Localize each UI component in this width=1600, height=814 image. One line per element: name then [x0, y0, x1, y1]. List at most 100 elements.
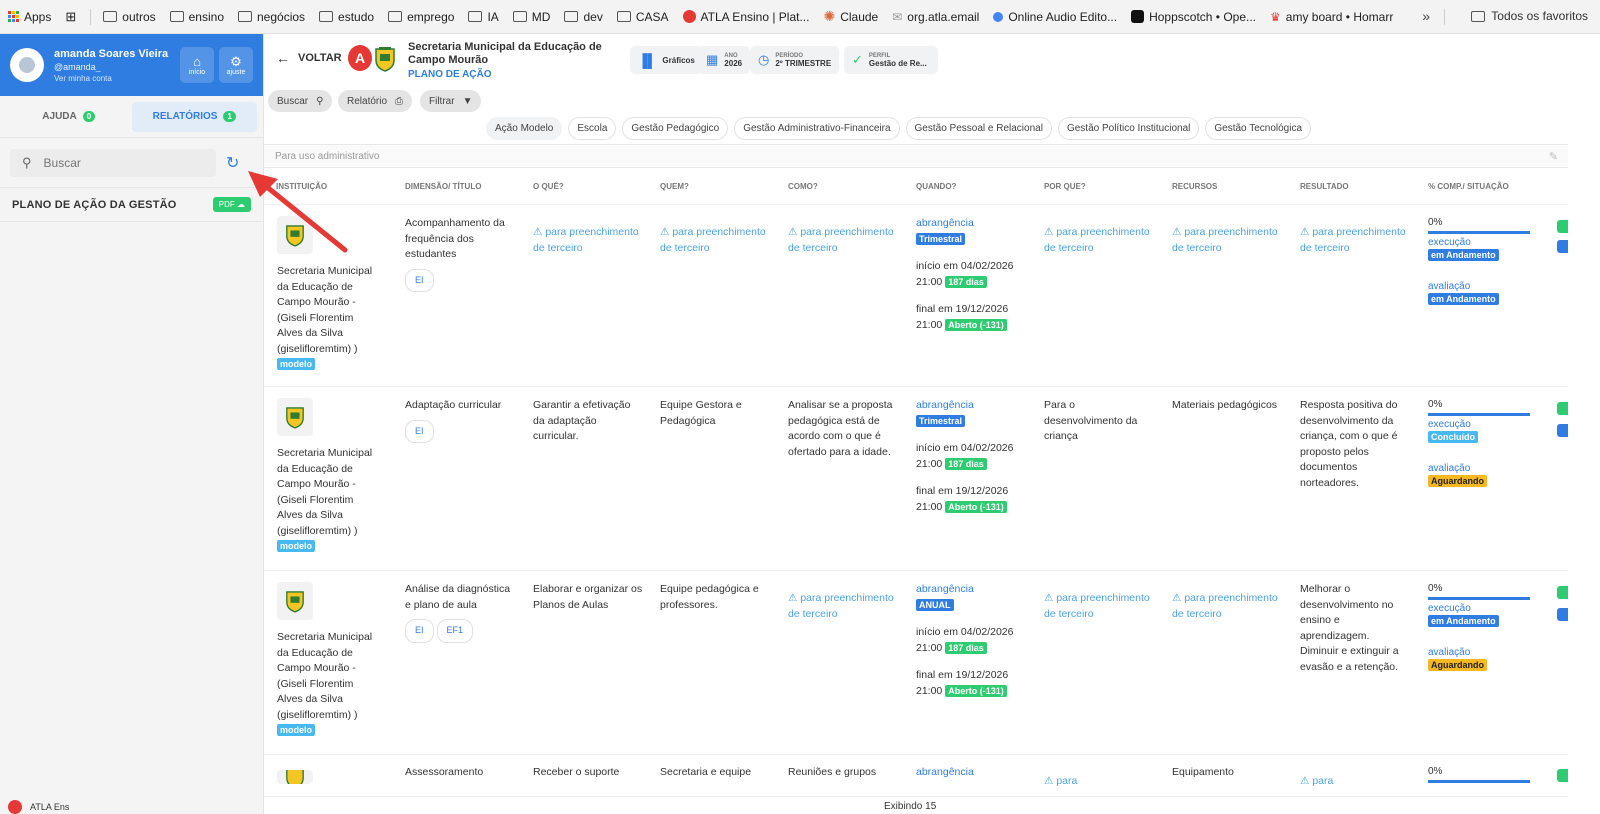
bookmark-folder-ia[interactable]: IA [468, 10, 499, 24]
oque-cell[interactable]: Elaborar e organizar os Planos de Aulas [533, 582, 645, 613]
row-action-green[interactable] [1557, 769, 1568, 782]
recursos-cell[interactable]: ⚠ para preenchimento de terceiro [1172, 591, 1284, 622]
quem-cell[interactable]: Equipe Gestora e Pedagógica [660, 398, 772, 429]
abrangencia-link[interactable]: abrangência [916, 398, 1036, 414]
porque-cell[interactable]: ⚠ para preenchimento de terceiro [1044, 591, 1156, 622]
relatorio-button[interactable]: Relatório ⎙ [338, 90, 413, 112]
filter-icon: ▼ [462, 95, 473, 107]
chip-escola[interactable]: Escola [568, 117, 617, 140]
row-action-blue[interactable] [1557, 608, 1568, 621]
dimension-cell: Adaptação curricular EI [405, 398, 517, 443]
level-pill[interactable]: EF1 [436, 619, 474, 643]
evaluation-link[interactable]: avaliação [1428, 280, 1538, 293]
institution-name: Secretaria Municipal da Educação de Camp… [277, 265, 373, 355]
level-pill[interactable]: EI [405, 268, 434, 292]
resultado-cell[interactable]: ⚠ para preenchimento de terceiro [1300, 225, 1412, 256]
oque-cell[interactable]: Receber o suporte [533, 765, 645, 781]
profile-selector[interactable]: ✓ PERFIL Gestão de Re... [844, 46, 938, 74]
level-pill[interactable]: EI [405, 419, 434, 443]
row-action-green[interactable] [1557, 586, 1568, 599]
execution-link[interactable]: execução [1428, 602, 1538, 615]
bookmark-email[interactable]: ✉ org.atla.email [892, 10, 979, 24]
footer-brand: ATLA Ens [30, 802, 70, 812]
page-title: Secretaria Municipal da Educação de Camp… [408, 41, 602, 66]
bookmark-hoppscotch[interactable]: Hoppscotch • Ope... [1131, 10, 1256, 24]
home-button[interactable]: ⌂ início [180, 47, 214, 83]
bookmark-folder-outros[interactable]: outros [103, 10, 156, 24]
tab-grid-icon[interactable]: ⊞ [65, 9, 76, 25]
period-selector[interactable]: ◷ PERÍODO 2º TRIMESTRE [750, 46, 840, 74]
bookmark-folder-casa[interactable]: CASA [616, 10, 669, 24]
chip-gestao-pessoal[interactable]: Gestão Pessoal e Relacional [905, 117, 1052, 140]
bookmark-claude[interactable]: ✺ Claude [823, 8, 878, 25]
evaluation-link[interactable]: avaliação [1428, 646, 1538, 659]
execution-link[interactable]: execução [1428, 418, 1538, 431]
bookmark-audio[interactable]: Online Audio Edito... [993, 10, 1117, 24]
oque-cell[interactable]: Garantir a efetivação da adaptação curri… [533, 398, 645, 445]
row-action-blue[interactable] [1557, 240, 1568, 253]
recursos-cell[interactable]: Materiais pedagógicos [1172, 398, 1284, 414]
porque-cell[interactable]: ⚠ para [1044, 774, 1156, 790]
bookmark-homarr[interactable]: ♛ amy board • Homarr [1270, 10, 1393, 24]
atla-icon [682, 10, 696, 23]
sidebar-search-input[interactable] [43, 155, 194, 170]
resultado-cell[interactable]: Melhorar o desenvolvimento no ensino e a… [1300, 582, 1400, 675]
evaluation-link[interactable]: avaliação [1428, 462, 1538, 475]
progress-bar [1428, 231, 1530, 234]
graficos-button[interactable]: ▐▌ Gráficos [630, 46, 703, 74]
bookmarks-overflow-button[interactable]: » [1422, 8, 1430, 24]
row-action-green[interactable] [1557, 220, 1568, 233]
recursos-cell[interactable]: ⚠ para preenchimento de terceiro [1172, 225, 1284, 256]
resultado-cell[interactable]: Resposta positiva do desenvolvimento da … [1300, 398, 1412, 491]
admin-note-field[interactable]: Para uso administrativo ✎ [264, 144, 1568, 168]
recursos-cell[interactable]: Equipamento [1172, 765, 1284, 781]
bookmark-atla[interactable]: ATLA Ensino | Plat... [682, 10, 809, 24]
plano-item[interactable]: PLANO DE AÇÃO DA GESTÃO PDF ☁ [0, 188, 263, 222]
my-account-link[interactable]: Ver minha conta [54, 74, 175, 83]
avatar[interactable] [10, 48, 44, 82]
chip-acao-modelo[interactable]: Ação Modelo [486, 117, 563, 140]
abrangencia-link[interactable]: abrangência [916, 765, 1028, 781]
refresh-icon[interactable]: ↻ [226, 153, 239, 173]
porque-cell[interactable]: ⚠ para preenchimento de terceiro [1044, 225, 1156, 256]
row-action-blue[interactable] [1557, 424, 1568, 437]
bookmark-folder-negocios[interactable]: negócios [238, 10, 305, 24]
quem-cell[interactable]: Secretaria e equipe [660, 765, 772, 781]
resultado-cell[interactable]: ⚠ para [1300, 774, 1412, 790]
como-cell[interactable]: ⚠ para preenchimento de terceiro [788, 225, 900, 256]
row-action-green[interactable] [1557, 402, 1568, 415]
year-selector[interactable]: ▦ ANO 2026 [698, 46, 751, 74]
level-pill[interactable]: EI [405, 619, 434, 643]
chip-gestao-pedagogico[interactable]: Gestão Pedagógico [622, 117, 729, 140]
settings-button[interactable]: ⚙ ajuste [219, 47, 253, 83]
end-date: final em 19/12/2026 [916, 303, 1009, 315]
chip-gestao-politico[interactable]: Gestão Político Institucional [1057, 117, 1200, 140]
back-button[interactable]: ← VOLTAR [276, 50, 342, 66]
oque-cell[interactable]: ⚠ para preenchimento de terceiro [533, 225, 645, 256]
execution-link[interactable]: execução [1428, 236, 1538, 249]
bookmark-folder-emprego[interactable]: emprego [388, 10, 454, 24]
como-cell[interactable]: ⚠ para preenchimento de terceiro [788, 591, 900, 622]
porque-cell[interactable]: Para o desenvolvimento da criança [1044, 398, 1156, 445]
bookmark-folder-dev[interactable]: dev [564, 10, 603, 24]
bookmark-apps[interactable]: Apps [8, 10, 51, 24]
chip-gestao-administrativo[interactable]: Gestão Administrativo-Financeira [734, 117, 900, 140]
bookmark-folder-estudo[interactable]: estudo [319, 10, 374, 24]
tab-relatorios[interactable]: RELATÓRIOS 1 [131, 101, 257, 132]
quem-cell[interactable]: Equipe pedagógica e professores. [660, 582, 772, 613]
filtrar-button[interactable]: Filtrar ▼ [420, 90, 482, 112]
bookmark-folder-ensino[interactable]: ensino [169, 10, 224, 24]
bookmark-label: Hoppscotch • Ope... [1149, 9, 1257, 24]
chip-gestao-tecnologica[interactable]: Gestão Tecnológica [1205, 117, 1312, 140]
buscar-button[interactable]: Buscar ⚲ [268, 90, 333, 112]
all-bookmarks-button[interactable]: Todos os favoritos [1471, 9, 1588, 23]
evaluation-status-badge: Aguardando [1428, 475, 1487, 487]
abrangencia-link[interactable]: abrangência [916, 216, 1036, 232]
como-cell[interactable]: Reuniões e grupos [788, 765, 900, 781]
como-cell[interactable]: Analisar se a proposta pedagógica está d… [788, 398, 900, 460]
edit-icon[interactable]: ✎ [1549, 150, 1558, 163]
tab-ajuda[interactable]: AJUDA 0 [6, 102, 132, 132]
quem-cell[interactable]: ⚠ para preenchimento de terceiro [660, 225, 772, 256]
bookmark-folder-md[interactable]: MD [512, 10, 550, 24]
abrangencia-link[interactable]: abrangência [916, 582, 1036, 598]
